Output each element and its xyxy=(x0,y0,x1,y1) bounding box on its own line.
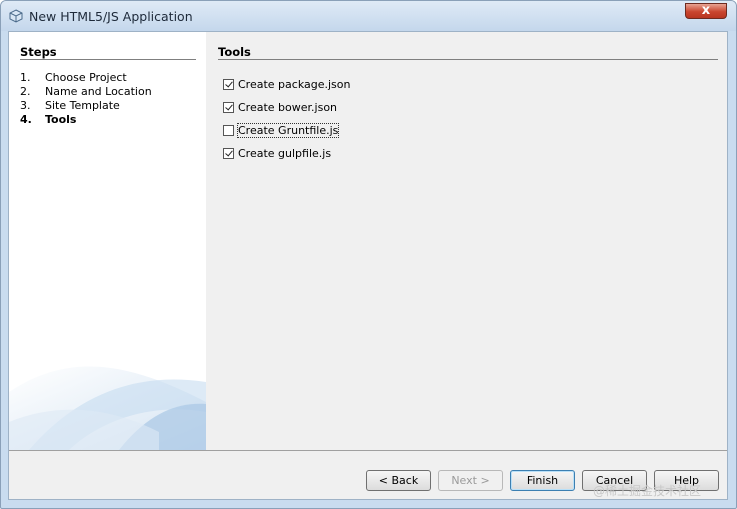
checkbox-label: Create bower.json xyxy=(238,100,338,114)
create-gulpfile-checkbox[interactable]: Create gulpfile.js xyxy=(223,146,331,160)
dialog-client-area: Steps 1. Choose Project 2. Name and Loca… xyxy=(8,31,728,500)
steps-list: 1. Choose Project 2. Name and Location 3… xyxy=(20,71,152,127)
back-button[interactable]: < Back xyxy=(366,470,431,491)
step-item: 1. Choose Project xyxy=(20,71,152,85)
step-item: 2. Name and Location xyxy=(20,85,152,99)
step-item: 3. Site Template xyxy=(20,99,152,113)
checkbox-label: Create Gruntfile.js xyxy=(236,122,340,138)
checkbox-label: Create gulpfile.js xyxy=(238,146,332,160)
close-icon: x xyxy=(701,3,711,18)
steps-panel: Steps 1. Choose Project 2. Name and Loca… xyxy=(9,32,206,450)
finish-button[interactable]: Finish xyxy=(510,470,575,491)
app-cube-icon xyxy=(9,9,23,23)
step-number: 1. xyxy=(20,71,31,84)
next-button[interactable]: Next > xyxy=(438,470,503,491)
step-label: Choose Project xyxy=(45,71,127,84)
create-bower-json-checkbox[interactable]: Create bower.json xyxy=(223,100,337,114)
title-bar[interactable]: New HTML5/JS Application x xyxy=(1,1,736,31)
checkbox-unchecked-icon[interactable] xyxy=(223,124,234,136)
close-button[interactable]: x xyxy=(685,3,727,19)
step-label: Name and Location xyxy=(45,85,152,98)
checkbox-label: Create package.json xyxy=(238,77,351,91)
step-item-current: 4. Tools xyxy=(20,113,152,127)
tools-panel: Tools Create package.json Create bower.j… xyxy=(206,32,727,450)
checkbox-checked-icon[interactable] xyxy=(223,147,234,159)
step-label: Site Template xyxy=(45,99,120,112)
window-title: New HTML5/JS Application xyxy=(29,9,193,24)
create-gruntfile-checkbox[interactable]: Create Gruntfile.js xyxy=(223,122,340,138)
create-package-json-checkbox[interactable]: Create package.json xyxy=(223,77,350,91)
dialog-window: New HTML5/JS Application x Steps 1. Choo… xyxy=(0,0,737,509)
button-bar-divider xyxy=(9,450,727,451)
watermark-text: @稀土掘金技术社区 xyxy=(593,484,702,498)
tools-divider xyxy=(218,59,718,60)
tools-heading: Tools xyxy=(218,45,251,59)
step-number: 3. xyxy=(20,99,31,112)
steps-heading: Steps xyxy=(20,45,57,59)
checkbox-checked-icon[interactable] xyxy=(223,78,234,90)
steps-divider xyxy=(20,59,196,60)
step-number: 2. xyxy=(20,85,31,98)
checkbox-checked-icon[interactable] xyxy=(223,101,234,113)
decorative-swoosh-graphic xyxy=(9,366,206,450)
step-label: Tools xyxy=(45,113,77,126)
step-number: 4. xyxy=(20,113,32,126)
